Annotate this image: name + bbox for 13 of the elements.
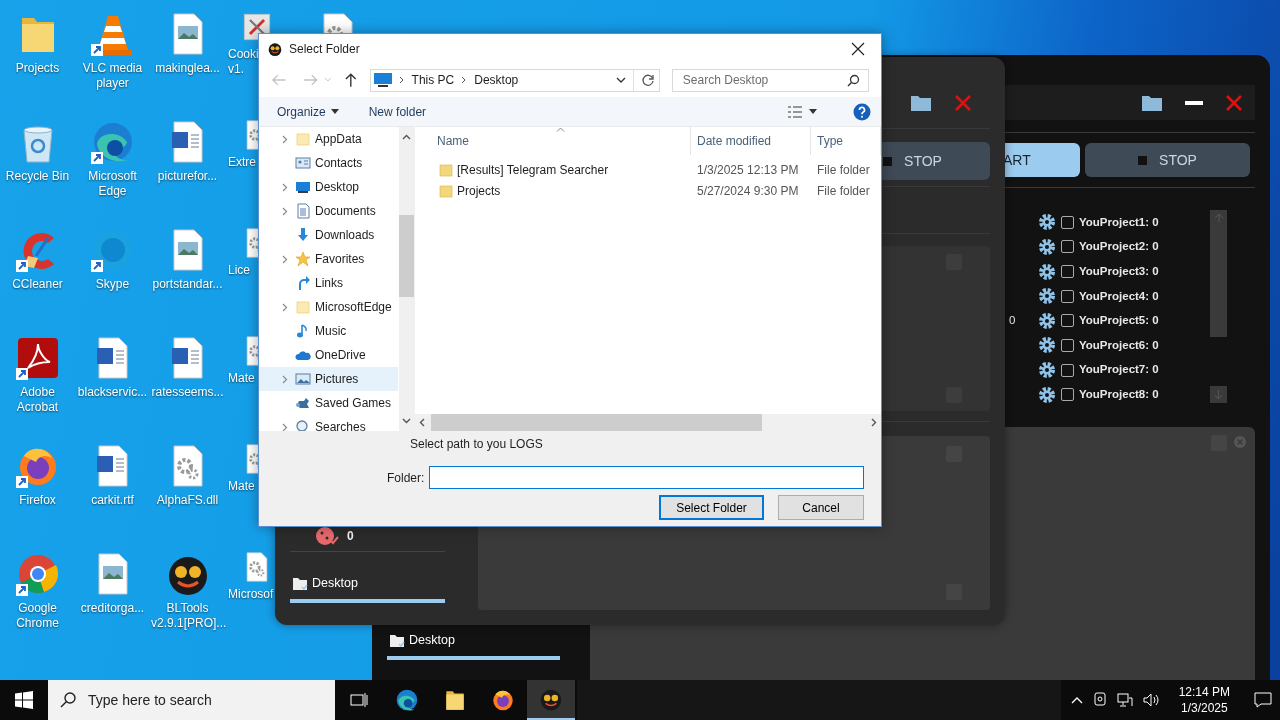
project-label: YouProject1: 0 xyxy=(1079,214,1159,230)
count-value: 0 xyxy=(347,528,354,546)
project-label: YouProject2: 0 xyxy=(1079,239,1159,255)
project-label: YouProject3: 0 xyxy=(1079,263,1159,279)
hint-text: Select path to you LOGS xyxy=(409,436,544,453)
window-title: Select Folder xyxy=(289,40,360,58)
project-label: YouProject5: 0 xyxy=(1079,313,1159,329)
project-label: YouProject6: 0 xyxy=(1079,337,1159,353)
project-label: YouProject8: 0 xyxy=(1079,387,1159,403)
field-label: Folder: xyxy=(387,469,425,487)
project-label: YouProject7: 0 xyxy=(1079,362,1159,378)
count-value: 0 xyxy=(1009,313,1016,329)
project-label: YouProject4: 0 xyxy=(1079,288,1159,304)
